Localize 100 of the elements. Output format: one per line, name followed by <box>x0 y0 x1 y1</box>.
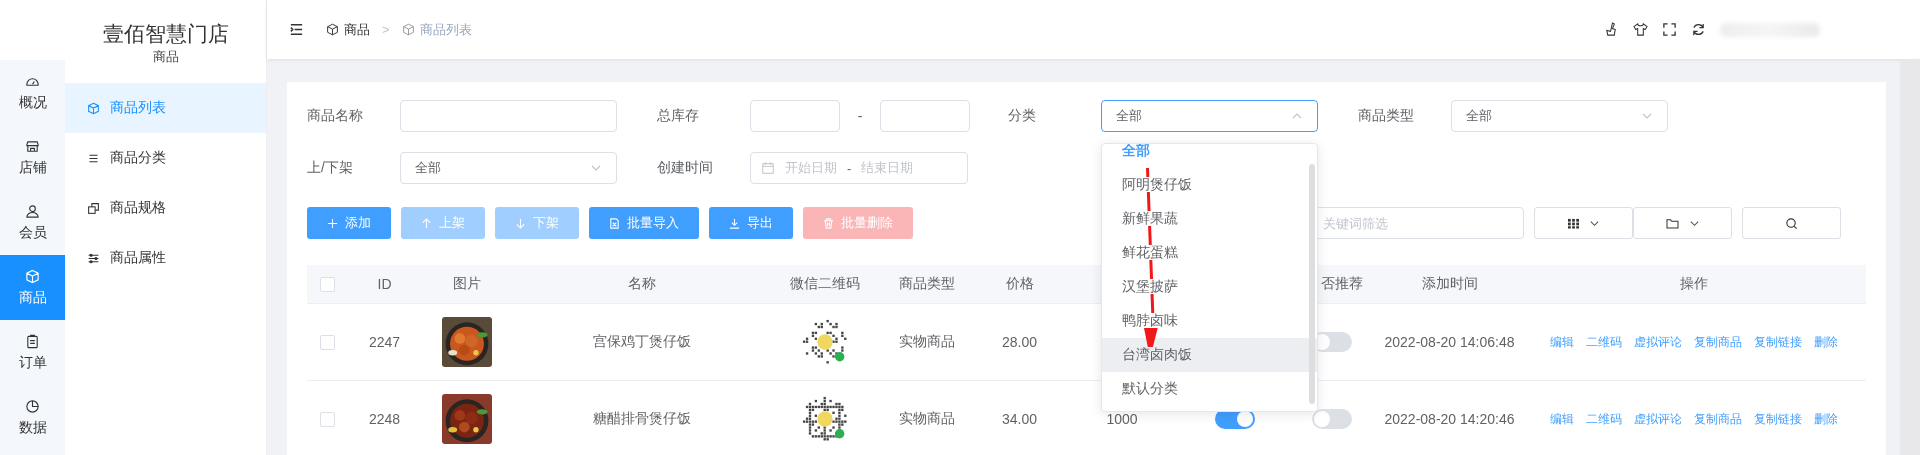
submenu-item[interactable]: 商品列表 <box>65 83 266 133</box>
dropdown-option[interactable]: 汉堡披萨 <box>1102 270 1317 304</box>
number-field[interactable] <box>880 100 970 132</box>
shirt-icon[interactable] <box>1633 22 1648 37</box>
action-link[interactable]: 虚拟评论 <box>1634 333 1682 351</box>
submenu-item[interactable]: 商品属性 <box>65 233 266 283</box>
submenu-item[interactable]: 商品分类 <box>65 133 266 183</box>
action-link[interactable]: 虚拟评论 <box>1634 410 1682 428</box>
import-button[interactable]: 批量导入 <box>589 207 699 239</box>
action-link[interactable]: 二维码 <box>1586 333 1622 351</box>
column-header: 名称 <box>628 275 656 293</box>
number-field[interactable] <box>750 100 840 132</box>
menu-icon[interactable] <box>289 22 304 37</box>
pie-chart-icon <box>25 398 40 414</box>
filter-label: 总库存 <box>657 107 700 125</box>
breadcrumb-link[interactable]: 商品 <box>344 20 370 39</box>
action-link[interactable]: 复制商品 <box>1694 333 1742 351</box>
table-cell: 2022-08-20 14:06:48 <box>1384 334 1515 350</box>
column-header: 否推荐 <box>1321 275 1363 293</box>
plus-icon <box>327 217 338 229</box>
table-cell: 28.00 <box>1001 334 1037 350</box>
filter-label: 商品类型 <box>1358 107 1415 125</box>
header-checkbox[interactable] <box>319 276 335 292</box>
action-link[interactable]: 删除 <box>1814 410 1838 428</box>
row-checkbox[interactable] <box>319 334 335 350</box>
folder-button[interactable] <box>1633 207 1732 239</box>
nav-item[interactable]: 商品 <box>0 255 65 320</box>
table-cell: 2247 <box>368 334 401 350</box>
column-header: 图片 <box>453 275 481 293</box>
store-name: 壹佰智慧门店 <box>102 21 229 47</box>
add-button[interactable]: 添加 <box>307 207 391 239</box>
search-icon <box>1785 216 1798 230</box>
nav-item[interactable]: 订单 <box>0 320 65 385</box>
action-link[interactable]: 复制链接 <box>1754 333 1802 351</box>
fullscreen-icon[interactable] <box>1662 22 1677 37</box>
nav-item[interactable]: 概况 <box>0 60 65 125</box>
action-link[interactable]: 删除 <box>1814 333 1838 351</box>
file-icon <box>609 217 620 229</box>
action-link[interactable]: 复制链接 <box>1754 410 1802 428</box>
trash-icon <box>823 217 834 229</box>
folder-icon <box>1665 217 1679 229</box>
table-cell: 1000 <box>1106 411 1138 427</box>
brush-icon[interactable] <box>1604 22 1619 37</box>
table-cell: 实物商品 <box>899 410 955 428</box>
nav-item[interactable]: 会员 <box>0 190 65 255</box>
arrow-up-icon <box>421 217 432 229</box>
clipboard-icon <box>25 333 40 349</box>
action-link[interactable]: 编辑 <box>1550 410 1574 428</box>
filter-label: 商品名称 <box>307 107 364 125</box>
breadcrumb-separator: > <box>382 22 390 37</box>
cube-icon <box>25 268 40 284</box>
user-icon <box>25 203 40 219</box>
column-header: 添加时间 <box>1421 275 1478 293</box>
column-header: 微信二维码 <box>789 275 860 293</box>
download-icon <box>729 217 740 229</box>
nav-item[interactable]: 店铺 <box>0 125 65 190</box>
table-cell: 宫保鸡丁煲仔饭 <box>593 333 691 351</box>
refresh-icon[interactable] <box>1691 22 1706 37</box>
shop-icon <box>25 138 40 154</box>
arrow-down-icon <box>515 217 526 229</box>
cube-icon <box>326 23 339 36</box>
search-button[interactable] <box>1742 207 1841 239</box>
copy-icon <box>87 201 100 215</box>
dropdown-option[interactable]: 默认分类 <box>1102 372 1317 406</box>
row-checkbox[interactable] <box>319 411 335 427</box>
sliders-icon <box>87 251 100 265</box>
nav-item[interactable]: 数据 <box>0 385 65 450</box>
date-range-field[interactable]: 开始日期 - 结束日期 <box>750 152 968 184</box>
filter-label: 分类 <box>1008 107 1037 125</box>
dropdown-option[interactable]: 鲜花蛋糕 <box>1102 236 1317 270</box>
breadcrumb-current: 商品列表 <box>419 20 472 39</box>
action-link[interactable]: 编辑 <box>1550 333 1574 351</box>
export-button[interactable]: 导出 <box>709 207 793 239</box>
cube-icon <box>401 23 415 36</box>
filter-label: 创建时间 <box>657 159 714 177</box>
table-cell: 糖醋排骨煲仔饭 <box>593 410 691 428</box>
dropdown-option[interactable]: 鸭脖卤味 <box>1102 304 1317 338</box>
grid-view-button[interactable] <box>1534 207 1633 239</box>
select-field[interactable]: 全部 <box>1451 100 1668 132</box>
select-field[interactable]: 全部 <box>1101 100 1318 132</box>
range-separator: - <box>856 108 864 124</box>
filter-label: 上/下架 <box>307 159 354 177</box>
table-cell: 2248 <box>368 411 401 427</box>
dropdown-option[interactable]: 阿明煲仔饭 <box>1102 168 1317 202</box>
cube-icon <box>87 101 100 115</box>
scrollbar[interactable] <box>1900 60 1920 455</box>
dropdown-option[interactable]: 全部 <box>1102 144 1317 168</box>
action-link[interactable]: 二维码 <box>1586 410 1622 428</box>
text-field[interactable] <box>400 100 617 132</box>
column-header: 商品类型 <box>899 275 955 293</box>
table-cell: 实物商品 <box>899 333 955 351</box>
calendar-icon <box>761 161 775 175</box>
table-cell: 34.00 <box>1001 411 1037 427</box>
select-field[interactable]: 全部 <box>400 152 617 184</box>
grid-icon <box>1567 217 1579 229</box>
column-header: 操作 <box>1680 275 1708 293</box>
recommend-toggle[interactable] <box>1312 409 1352 429</box>
action-link[interactable]: 复制商品 <box>1694 410 1742 428</box>
submenu-item[interactable]: 商品规格 <box>65 183 266 233</box>
dropdown-option[interactable]: 台湾卤肉饭 <box>1102 338 1317 372</box>
